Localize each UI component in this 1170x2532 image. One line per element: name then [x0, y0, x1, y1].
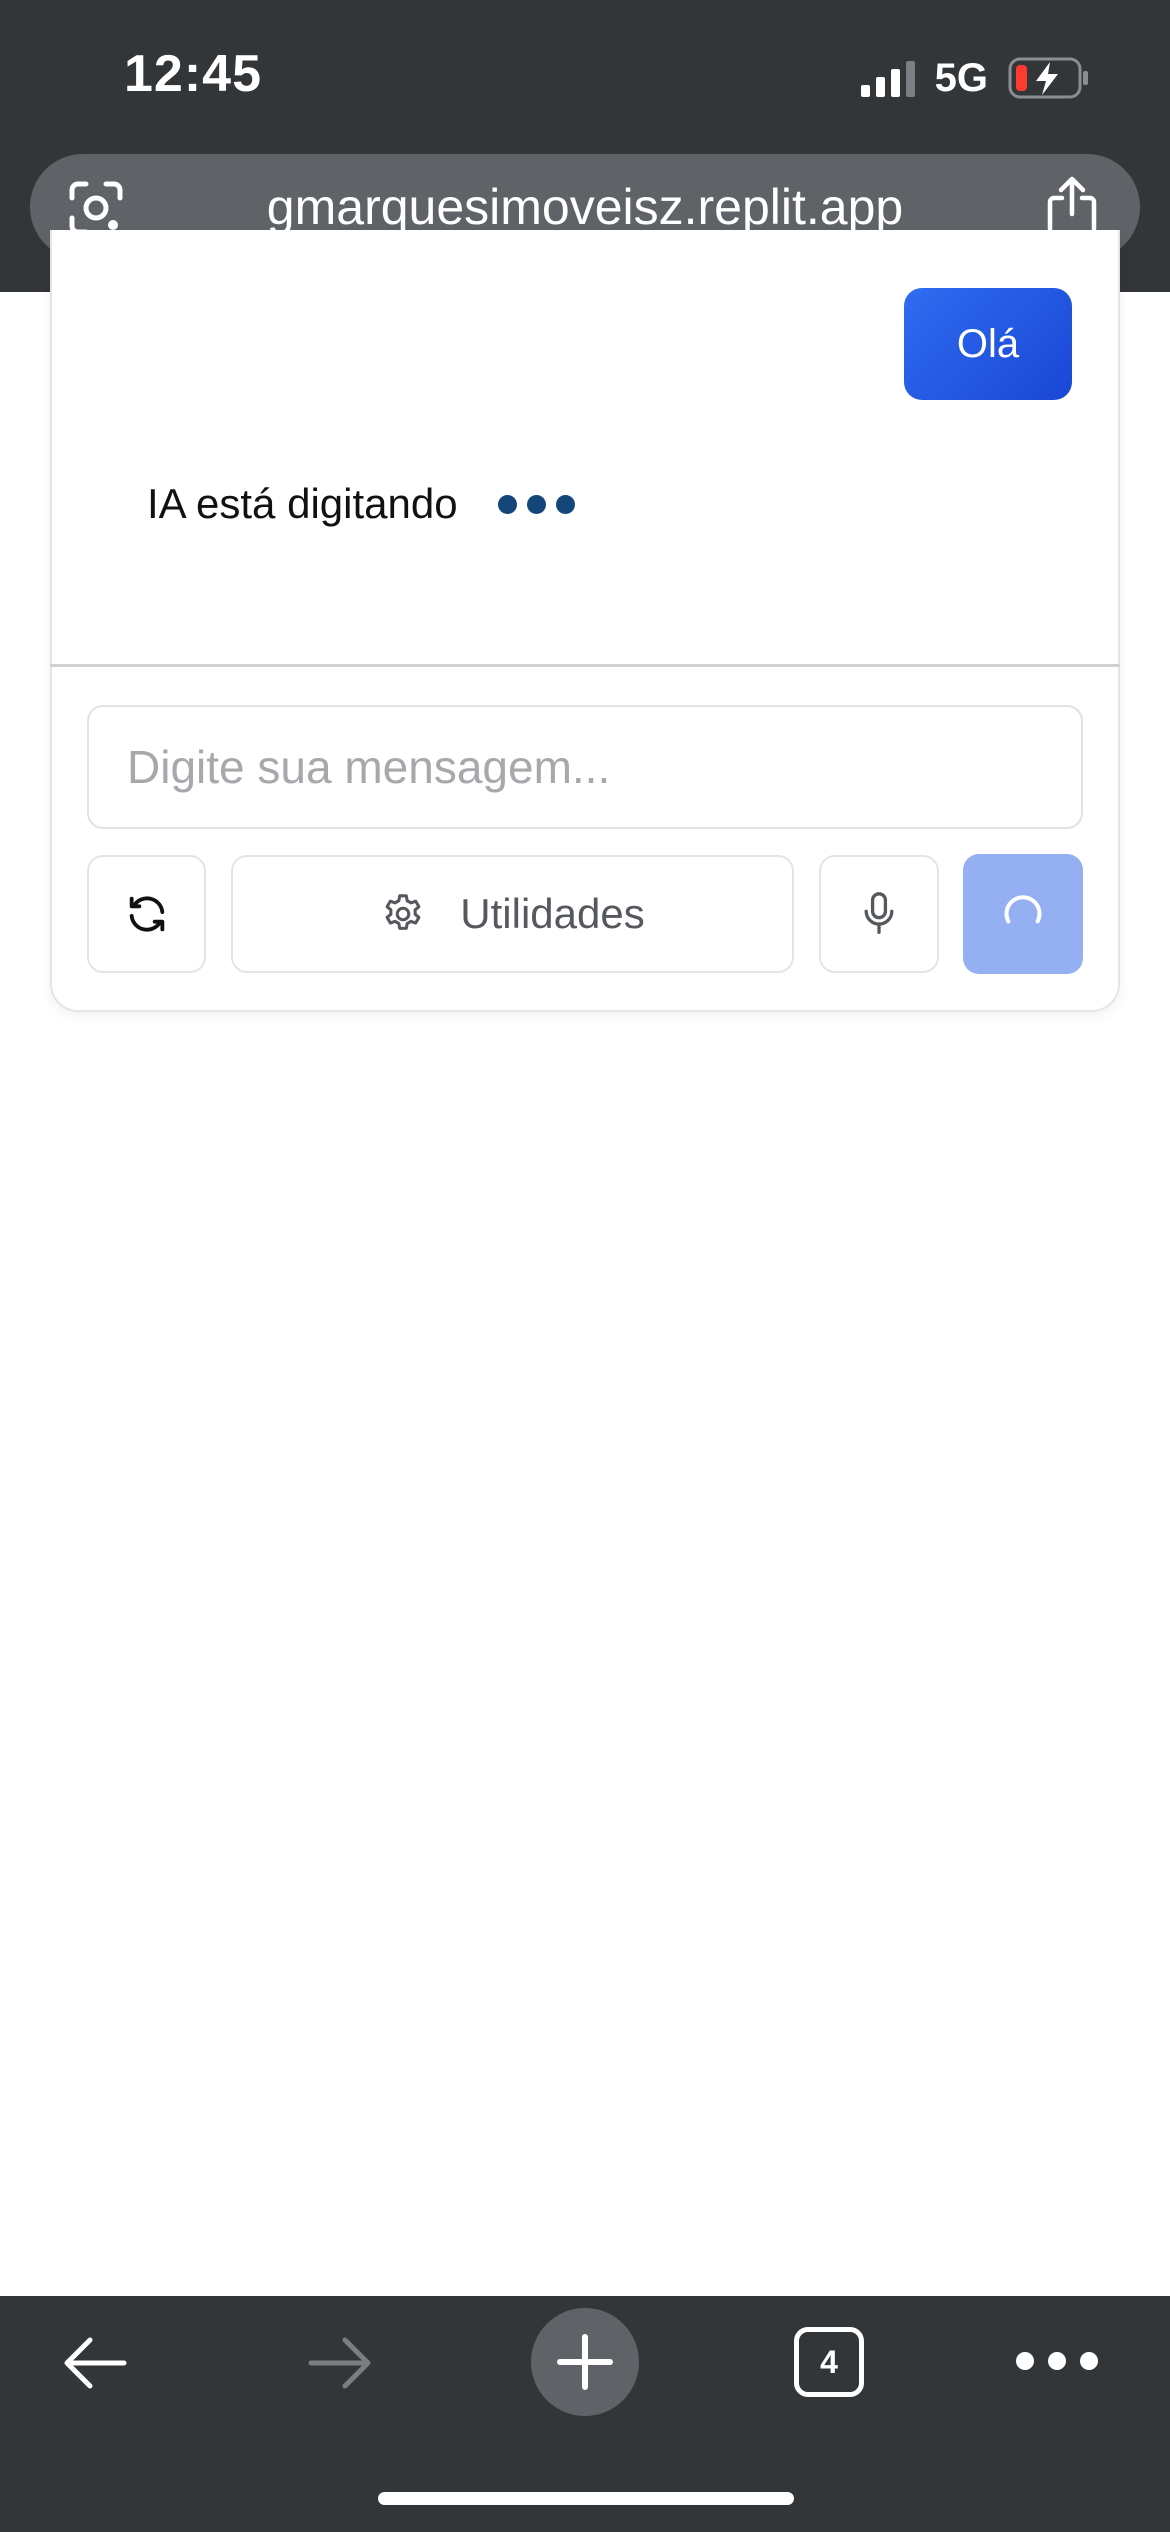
- send-button[interactable]: [963, 854, 1083, 974]
- more-menu-icon[interactable]: [1016, 2352, 1098, 2370]
- battery-charging-icon: [1008, 56, 1090, 100]
- cellular-signal-icon: [860, 59, 915, 97]
- new-tab-button[interactable]: [531, 2308, 639, 2416]
- microphone-button[interactable]: [819, 855, 939, 973]
- back-arrow-icon[interactable]: [58, 2330, 132, 2396]
- plus-icon: [557, 2334, 613, 2390]
- network-type: 5G: [934, 55, 988, 100]
- status-time: 12:45: [124, 45, 262, 103]
- refresh-button[interactable]: [87, 855, 206, 973]
- message-input[interactable]: [87, 705, 1083, 829]
- url-text[interactable]: gmarquesimoveisz.replit.app: [30, 178, 1140, 236]
- refresh-icon: [129, 896, 164, 932]
- typing-indicator: IA está digitando: [147, 480, 575, 528]
- tab-switcher-button[interactable]: 4: [794, 2327, 864, 2397]
- typing-label: IA está digitando: [147, 480, 458, 527]
- share-icon[interactable]: [1042, 174, 1102, 238]
- chat-divider: [50, 664, 1120, 667]
- loading-spinner-icon: [1004, 895, 1042, 924]
- utilities-label: Utilidades: [460, 890, 645, 937]
- microphone-icon: [864, 892, 894, 934]
- typing-dots-icon: [497, 494, 575, 514]
- utilities-button[interactable]: Utilidades: [231, 855, 794, 973]
- status-indicators: 5G: [860, 54, 1090, 102]
- forward-arrow-icon[interactable]: [303, 2330, 377, 2396]
- gear-icon: [385, 894, 421, 930]
- home-indicator[interactable]: [378, 2492, 794, 2505]
- user-message-bubble: Olá: [904, 288, 1072, 400]
